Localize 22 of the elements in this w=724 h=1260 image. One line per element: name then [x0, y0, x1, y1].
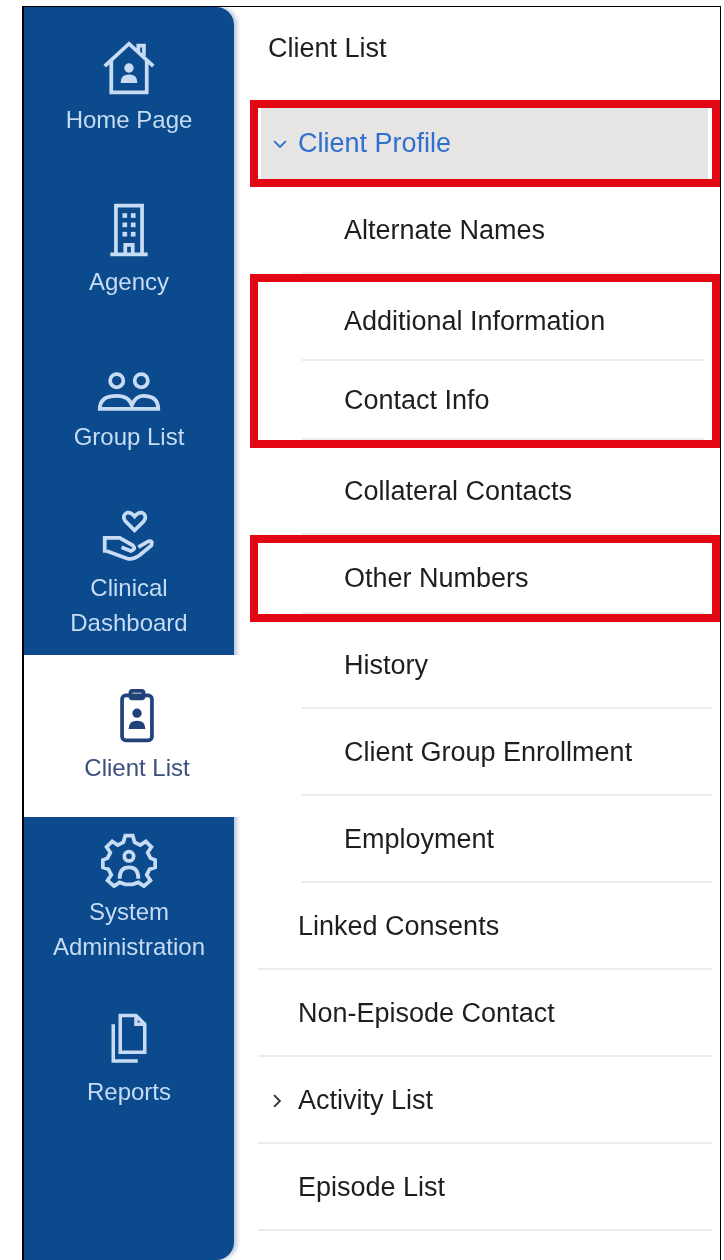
menu-item[interactable]: Alternate Names — [258, 187, 720, 274]
menu-item[interactable]: Collateral Contacts — [258, 448, 720, 535]
nav-item[interactable]: Group List — [24, 331, 234, 493]
menu-item[interactable]: History — [258, 622, 720, 709]
nav-item[interactable]: Agency — [24, 169, 234, 331]
people-icon — [96, 370, 162, 413]
menu-item[interactable]: Other Numbers — [258, 543, 712, 614]
menu-item[interactable]: Client Profile — [261, 108, 708, 179]
menu-item[interactable]: Client Group Enrollment — [258, 709, 720, 796]
menu-item[interactable]: Additional Information — [258, 282, 712, 361]
menu-item[interactable]: Episode List — [258, 1144, 720, 1231]
menu-item[interactable]: Employment — [258, 796, 720, 883]
menu-item[interactable]: Linked Consents — [258, 883, 720, 970]
menu-item[interactable]: Contact Info — [258, 361, 712, 440]
nav-item[interactable]: System Administration — [24, 817, 234, 979]
nav-item[interactable]: Clinical Dashboard — [24, 493, 234, 655]
gear-icon — [99, 832, 159, 888]
nav-item[interactable]: Reports — [24, 979, 234, 1141]
nav-item[interactable]: Home Page — [24, 7, 234, 169]
menu-item[interactable]: Non-Episode Contact — [258, 970, 720, 1057]
menu-item[interactable]: Activity List — [258, 1057, 720, 1144]
menu-title: Client List — [267, 32, 388, 65]
